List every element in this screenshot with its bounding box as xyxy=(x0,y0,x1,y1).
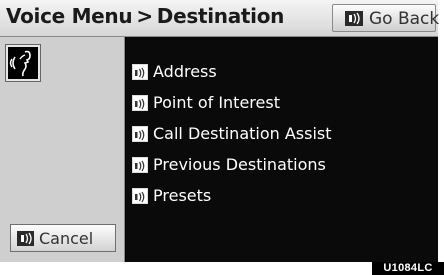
menu-item-label: Presets xyxy=(153,186,212,205)
page-title: Voice Menu > Destination xyxy=(6,4,284,28)
title-voice-menu: Voice Menu xyxy=(6,4,133,28)
menu-item-label: Previous Destinations xyxy=(153,155,326,174)
menu-item-label: Point of Interest xyxy=(153,93,280,112)
voice-speaking-icon xyxy=(5,44,41,82)
voice-command-list: Address Point of Interest Call Destinati… xyxy=(126,37,438,262)
title-destination: Destination xyxy=(156,4,285,28)
cancel-button[interactable]: Cancel xyxy=(10,224,116,252)
menu-item-label: Address xyxy=(153,62,217,81)
sidebar: Cancel xyxy=(0,37,125,262)
menu-item-call-destination-assist[interactable]: Call Destination Assist xyxy=(132,123,432,147)
figure-code: U1084LC xyxy=(372,262,444,275)
go-back-label: Go Back xyxy=(369,9,440,29)
menu-item-address[interactable]: Address xyxy=(132,61,432,85)
title-bar: Voice Menu > Destination Go Back xyxy=(0,0,440,37)
voice-command-icon xyxy=(132,188,148,204)
voice-command-icon xyxy=(132,157,148,173)
menu-item-presets[interactable]: Presets xyxy=(132,185,432,209)
menu-item-point-of-interest[interactable]: Point of Interest xyxy=(132,92,432,116)
voice-command-icon xyxy=(17,231,34,246)
voice-command-icon xyxy=(132,64,148,80)
go-back-button[interactable]: Go Back xyxy=(332,4,440,32)
menu-item-label: Call Destination Assist xyxy=(153,124,332,143)
voice-command-icon xyxy=(132,95,148,111)
cancel-label: Cancel xyxy=(39,229,94,248)
nav-screen: Voice Menu > Destination Go Back Cancel … xyxy=(0,0,440,262)
breadcrumb-separator: > xyxy=(136,4,153,28)
menu-item-previous-destinations[interactable]: Previous Destinations xyxy=(132,154,432,178)
voice-command-icon xyxy=(132,126,148,142)
voice-command-icon xyxy=(345,11,363,26)
